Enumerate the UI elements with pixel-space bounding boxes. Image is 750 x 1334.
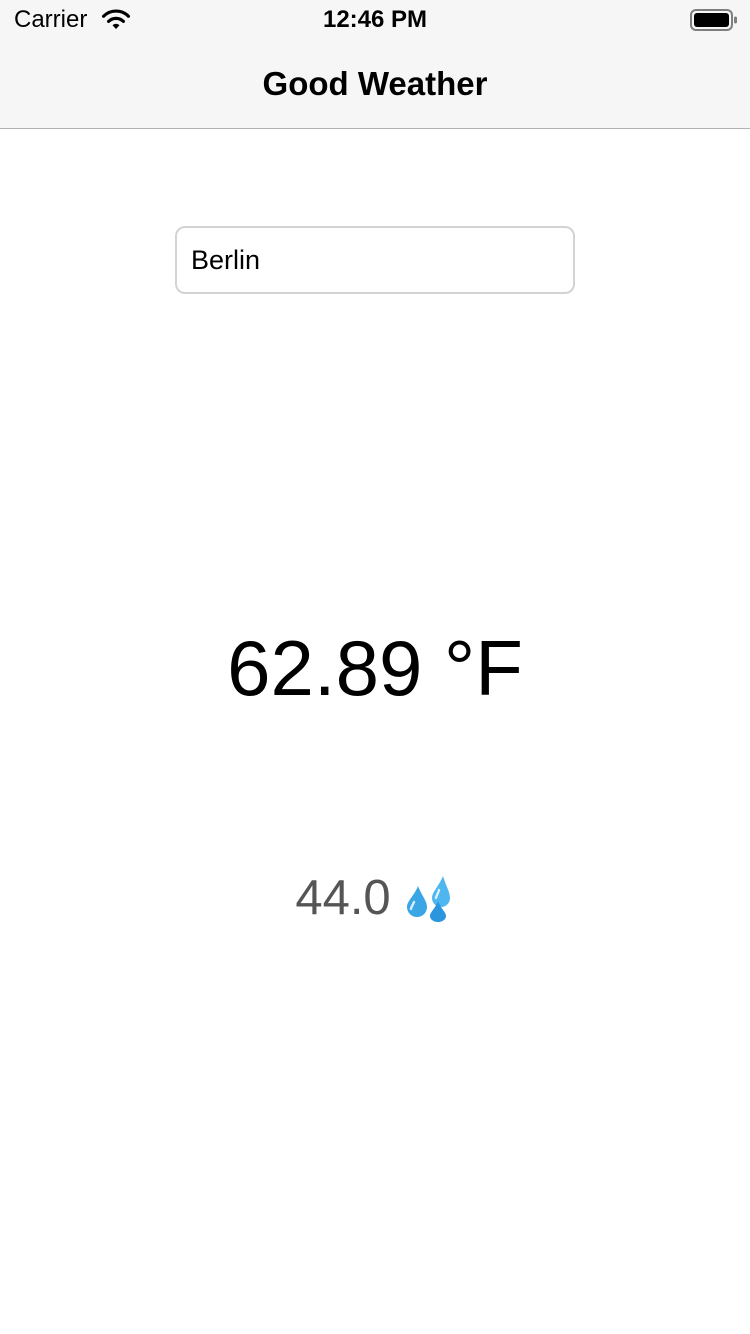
status-bar: Carrier 12:46 PM	[0, 0, 750, 40]
humidity-label: 44.0	[295, 871, 391, 925]
battery-icon	[690, 9, 737, 31]
navigation-bar: Carrier 12:46 PM Good Weather	[0, 0, 750, 129]
clock-label: 12:46 PM	[322, 6, 428, 33]
city-search-input[interactable]	[175, 226, 575, 294]
temperature-label: 62.89 °F	[227, 624, 523, 712]
sweat-droplets-icon	[406, 876, 450, 922]
page-title: Good Weather	[262, 65, 488, 102]
humidity-row: 44.0	[0, 868, 750, 928]
